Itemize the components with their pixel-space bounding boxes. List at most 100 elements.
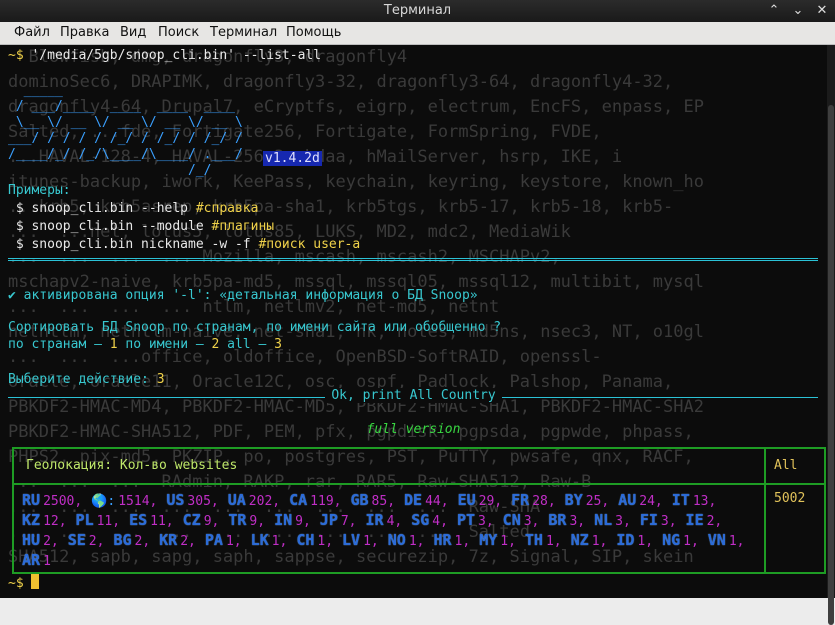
- country-count: 4,: [432, 514, 448, 529]
- country-count: 7,: [340, 514, 357, 529]
- globe-icon: 🌎:: [91, 494, 116, 509]
- country-count: 1,: [728, 534, 745, 549]
- cursor: [31, 574, 40, 589]
- country-entry: GB 85,: [350, 491, 395, 511]
- country-count: 202,: [248, 494, 281, 509]
- country-entry: PT 3,: [457, 511, 494, 531]
- country-code: TR: [228, 511, 247, 529]
- example-line: $ snoop_cli.bin nickname -w -f #поиск us…: [8, 237, 361, 252]
- country-count: 13,: [692, 494, 717, 509]
- country-entry: PA 1,: [205, 531, 242, 551]
- country-entry: CN 3,: [503, 511, 540, 531]
- minimize-icon[interactable]: ⌃: [767, 3, 781, 18]
- country-code: GB: [350, 491, 369, 509]
- country-code: NG: [662, 531, 681, 549]
- country-entry: BY 25,: [565, 491, 610, 511]
- maximize-icon[interactable]: ⌄: [791, 3, 805, 18]
- country-entry: SG 4,: [411, 511, 448, 531]
- country-code: KZ: [22, 511, 41, 529]
- country-list: RU 2500, 🌎: 1514, US 305, UA 202, CA 119, GB 85, DE 4…: [22, 491, 760, 571]
- country-count: 2,: [43, 534, 59, 549]
- country-entry: SE 2,: [68, 531, 105, 551]
- country-count: 44,: [425, 494, 449, 509]
- ascii-logo-line: /_/: [8, 163, 212, 178]
- country-entry: PL 11,: [76, 511, 121, 531]
- country-entry: TH 1,: [525, 531, 562, 551]
- country-count: 1,: [271, 534, 288, 549]
- country-code: CH: [296, 531, 315, 549]
- country-count: 4,: [386, 514, 403, 529]
- country-count: 3,: [569, 514, 586, 529]
- country-code: IT: [671, 491, 690, 509]
- menu-terminal[interactable]: Терминал: [210, 25, 277, 40]
- country-count: 11,: [150, 514, 174, 529]
- country-count: 1,: [363, 534, 379, 549]
- terminal-output[interactable]: Blowfish, dmg, dragonfly3, dragonfly4 dom…: [0, 45, 827, 598]
- country-entry: MY 1,: [479, 531, 516, 551]
- country-entry: AU 24,: [618, 491, 663, 511]
- country-entry: NG 1,: [662, 531, 699, 551]
- ascii-logo-line: / ___/____ ____ ____ ____: [8, 99, 235, 114]
- country-count: 9,: [295, 514, 311, 529]
- country-count: 3,: [523, 514, 540, 529]
- ascii-logo-line: /____/_/ /_/\____/\____/ .___/: [8, 147, 243, 162]
- country-count: 1,: [225, 534, 242, 549]
- country-entry: ES 11,: [129, 511, 174, 531]
- ascii-logo-line: \__ \/ __ \/ __ \/ __ \/ __ \: [8, 115, 243, 130]
- country-code: CN: [502, 511, 521, 529]
- country-entry: HU 2,: [22, 531, 59, 551]
- example-line: $ snoop_cli.bin --module #плагины: [8, 219, 275, 234]
- country-entry: NO 1,: [388, 531, 425, 551]
- menu-search[interactable]: Поиск: [158, 25, 199, 40]
- country-code: EU: [457, 491, 476, 509]
- country-entry: RU 2500,: [22, 491, 82, 511]
- menu-help[interactable]: Помощь: [286, 25, 341, 40]
- country-code: ES: [129, 511, 148, 529]
- menu-view[interactable]: Вид: [120, 25, 146, 40]
- scrollbar-thumb[interactable]: [828, 105, 834, 625]
- country-count: 28,: [532, 494, 556, 509]
- country-count: 1,: [500, 534, 516, 549]
- command-line: ~$ '/media/5gb/snoop_cli.bin' --list-all: [8, 48, 322, 63]
- snoop-ascii-logo: _____ / ___/____ ____ ____ ____ \__ \/ _…: [8, 83, 243, 179]
- country-count: 9,: [249, 514, 266, 529]
- scrollbar[interactable]: [827, 45, 835, 625]
- country-code: ID: [616, 531, 635, 549]
- country-entry: KR 2,: [159, 531, 196, 551]
- menu-edit[interactable]: Правка: [60, 25, 109, 40]
- country-entry: CH 1,: [296, 531, 333, 551]
- shell-prompt[interactable]: ~$: [8, 574, 40, 591]
- country-table: Геолокация: Кол-во websites All RU 2500, 🌎…: [12, 447, 826, 574]
- country-count: 1,: [545, 534, 562, 549]
- menu-file[interactable]: Файл: [14, 25, 50, 40]
- table-header-geolocation: Геолокация: Кол-во websites: [26, 458, 238, 473]
- country-code: US: [166, 491, 185, 509]
- country-entry: IT 13,: [672, 491, 717, 511]
- country-entry: CA 119,: [289, 491, 341, 511]
- country-entry: LK 1,: [251, 531, 288, 551]
- country-code: VN: [707, 531, 726, 549]
- country-count: 119,: [310, 494, 342, 509]
- country-entry: NZ 1,: [571, 531, 608, 551]
- country-code: UA: [227, 491, 246, 509]
- title-bar[interactable]: Терминал ⌃ ⌄ ✕: [0, 0, 835, 22]
- country-count: 1,: [408, 534, 425, 549]
- country-code: PL: [75, 511, 94, 529]
- close-icon[interactable]: ✕: [815, 3, 829, 18]
- choice-line: Выберите действие: 3: [8, 372, 165, 387]
- country-code: RU: [22, 491, 41, 509]
- country-code: AU: [618, 491, 637, 509]
- country-entry: JP 7,: [320, 511, 357, 531]
- table-total: 5002: [774, 491, 806, 506]
- country-count: 85,: [371, 494, 396, 509]
- country-count: 1,: [454, 534, 471, 549]
- country-entry: DE 44,: [404, 491, 449, 511]
- country-entry: KZ 12,: [22, 511, 67, 531]
- country-count: 305,: [187, 494, 219, 509]
- country-entry: AR 1: [22, 551, 51, 571]
- country-entry: IN 9,: [274, 511, 311, 531]
- window-title: Терминал: [383, 3, 452, 18]
- country-code: NZ: [570, 531, 589, 549]
- country-code: PT: [456, 511, 476, 529]
- country-count: 1: [43, 554, 51, 569]
